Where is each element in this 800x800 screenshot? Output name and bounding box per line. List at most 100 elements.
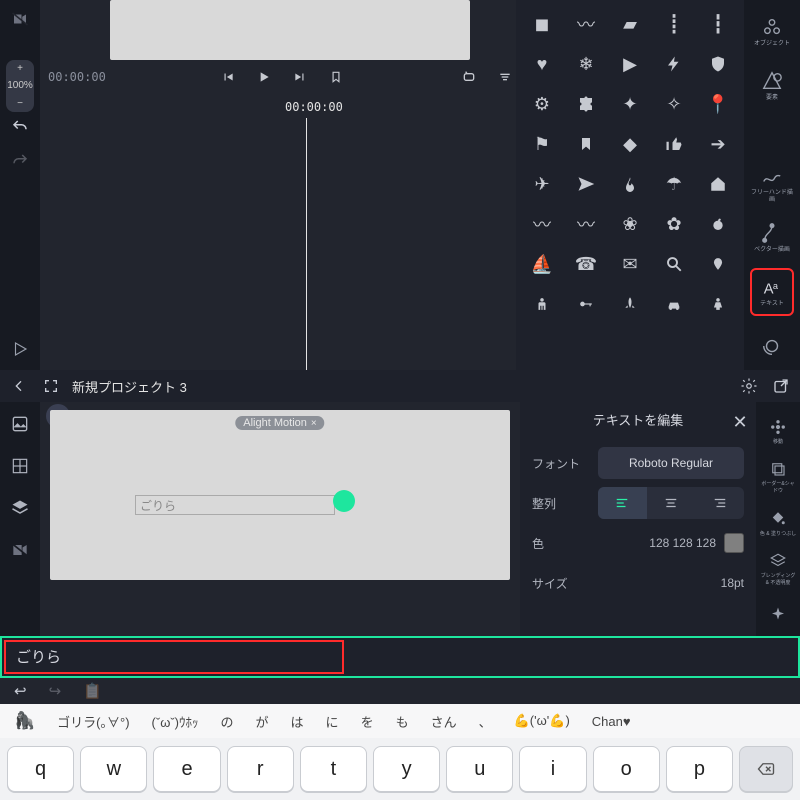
shape-heart-icon[interactable]: ♥ <box>530 52 554 76</box>
play-outline-icon[interactable] <box>9 338 31 360</box>
loop-icon[interactable] <box>458 66 480 88</box>
shape-send-icon[interactable] <box>574 172 598 196</box>
close-panel-icon[interactable]: ✕ <box>726 408 754 436</box>
shape-fire-icon[interactable] <box>618 172 642 196</box>
shape-pin-icon[interactable]: 📍 <box>706 92 730 116</box>
suggestion[interactable]: 🦍 <box>6 707 43 735</box>
shape-apple-icon[interactable] <box>706 212 730 236</box>
key-y[interactable]: y <box>373 746 440 792</box>
shape-bolt-icon[interactable] <box>662 52 686 76</box>
grid-tool-icon[interactable] <box>8 454 32 478</box>
playhead-line[interactable] <box>306 118 307 370</box>
go-start-icon[interactable] <box>217 66 239 88</box>
timeline-track-area[interactable]: 00:00:00 <box>40 94 516 370</box>
shape-puzzle-icon[interactable] <box>574 92 598 116</box>
shape-square-icon[interactable]: ◼ <box>530 12 554 36</box>
font-picker-button[interactable]: Roboto Regular <box>598 447 744 479</box>
suggestion[interactable]: の <box>213 708 242 735</box>
shape-plane-icon[interactable]: ✈ <box>530 172 554 196</box>
shape-snow-icon[interactable]: ❄ <box>574 52 598 76</box>
shape-gear-icon[interactable]: ⚙ <box>530 92 554 116</box>
suggestion[interactable]: 、 <box>471 708 500 735</box>
blend-tool[interactable]: ブレンディング & 不透明度 <box>759 548 797 590</box>
zoom-minus[interactable]: − <box>17 98 23 109</box>
object-tool[interactable]: オブジェクト <box>750 8 794 56</box>
text-tool[interactable]: Aa テキスト <box>750 268 794 316</box>
ime-undo-icon[interactable]: ↩ <box>14 682 27 700</box>
align-center-button[interactable] <box>647 487 696 519</box>
camera-off-icon[interactable] <box>9 8 31 30</box>
key-t[interactable]: t <box>300 746 367 792</box>
suggestion[interactable]: 💪('ω'💪) <box>506 709 578 733</box>
suggestion[interactable]: (ˇωˇ)ｳﾎｯ <box>144 708 207 735</box>
suggestion[interactable]: さん <box>423 708 465 735</box>
shape-sail-icon[interactable]: ⛵ <box>530 252 554 276</box>
preview-canvas[interactable] <box>110 0 470 60</box>
align-right-button[interactable] <box>695 487 744 519</box>
settings-icon[interactable] <box>738 375 760 397</box>
shape-star4-icon[interactable]: ✦ <box>618 92 642 116</box>
key-i[interactable]: i <box>519 746 586 792</box>
shape-brush-icon[interactable]: ▰ <box>618 12 642 36</box>
key-o[interactable]: o <box>593 746 660 792</box>
freehand-tool[interactable]: フリーハンド描画 <box>750 160 794 208</box>
shape-shield-icon[interactable] <box>706 52 730 76</box>
shape-woman-icon[interactable] <box>706 292 730 316</box>
shape-wave-icon[interactable]: 〰 <box>574 12 598 36</box>
redo-icon[interactable] <box>9 150 31 172</box>
shape-wreath-icon[interactable]: ❀ <box>618 212 642 236</box>
shape-phone-icon[interactable]: ☎ <box>574 252 598 276</box>
shape-sparkle-icon[interactable]: ✧ <box>662 92 686 116</box>
shape-mail-icon[interactable]: ✉ <box>618 252 642 276</box>
key-e[interactable]: e <box>153 746 220 792</box>
suggestion[interactable]: も <box>388 708 417 735</box>
shape-key-icon[interactable] <box>574 292 598 316</box>
canvas-text-box[interactable]: ごりら <box>135 495 335 515</box>
play-icon[interactable] <box>253 66 275 88</box>
key-u[interactable]: u <box>446 746 513 792</box>
border-shadow-tool[interactable]: ボーダー&シャドウ <box>759 456 797 498</box>
shape-wreath2-icon[interactable]: ✿ <box>662 212 686 236</box>
key-r[interactable]: r <box>227 746 294 792</box>
text-input[interactable] <box>2 648 798 665</box>
watermark-badge[interactable]: Alight Motion× <box>235 416 324 430</box>
shape-diamond-icon[interactable]: ◆ <box>618 132 642 156</box>
shape-flag-icon[interactable]: ⚑ <box>530 132 554 156</box>
suggestion[interactable]: Chan♥ <box>584 710 639 733</box>
image-tool-icon[interactable] <box>8 412 32 436</box>
shape-rocket-icon[interactable] <box>618 292 642 316</box>
back-icon[interactable] <box>8 375 30 397</box>
shape-car-icon[interactable] <box>662 292 686 316</box>
edit-canvas[interactable]: Alight Motion× ごりら <box>50 410 510 580</box>
shape-thumb-icon[interactable] <box>662 132 686 156</box>
move-tool[interactable]: 移動 <box>759 410 797 452</box>
shape-dashes2-icon[interactable]: ┇ <box>706 12 730 36</box>
text-input-bar[interactable] <box>0 636 800 678</box>
shape-mappin-icon[interactable] <box>706 252 730 276</box>
shape-arrow-icon[interactable]: ➔ <box>706 132 730 156</box>
vector-tool[interactable]: ベクター描画 <box>750 214 794 262</box>
shape-bookmark2-icon[interactable] <box>574 132 598 156</box>
suggestion[interactable]: を <box>353 708 382 735</box>
key-q[interactable]: q <box>7 746 74 792</box>
align-left-button[interactable] <box>598 487 647 519</box>
key-w[interactable]: w <box>80 746 147 792</box>
camera-off2-icon[interactable] <box>8 538 32 562</box>
shape-umbrella-icon[interactable]: ☂ <box>662 172 686 196</box>
export-icon[interactable] <box>770 375 792 397</box>
shape-ribbon-icon[interactable]: 〰 <box>530 212 554 236</box>
effects-tool[interactable] <box>759 594 797 636</box>
suggestion[interactable]: に <box>318 708 347 735</box>
motion-blur-tool[interactable] <box>750 322 794 370</box>
layers-tool-icon[interactable] <box>8 496 32 520</box>
shape-ribbon2-icon[interactable]: 〰 <box>574 212 598 236</box>
shape-home-icon[interactable] <box>706 172 730 196</box>
key-p[interactable]: p <box>666 746 733 792</box>
shape-play-icon[interactable]: ▶ <box>618 52 642 76</box>
suggestion[interactable]: ゴリラ(｡∀°) <box>49 708 137 735</box>
color-swatch[interactable] <box>724 533 744 553</box>
shape-dashes-icon[interactable]: ┋ <box>662 12 686 36</box>
shape-person-icon[interactable] <box>530 292 554 316</box>
suggestion[interactable]: は <box>283 708 312 735</box>
fullscreen-icon[interactable] <box>40 375 62 397</box>
